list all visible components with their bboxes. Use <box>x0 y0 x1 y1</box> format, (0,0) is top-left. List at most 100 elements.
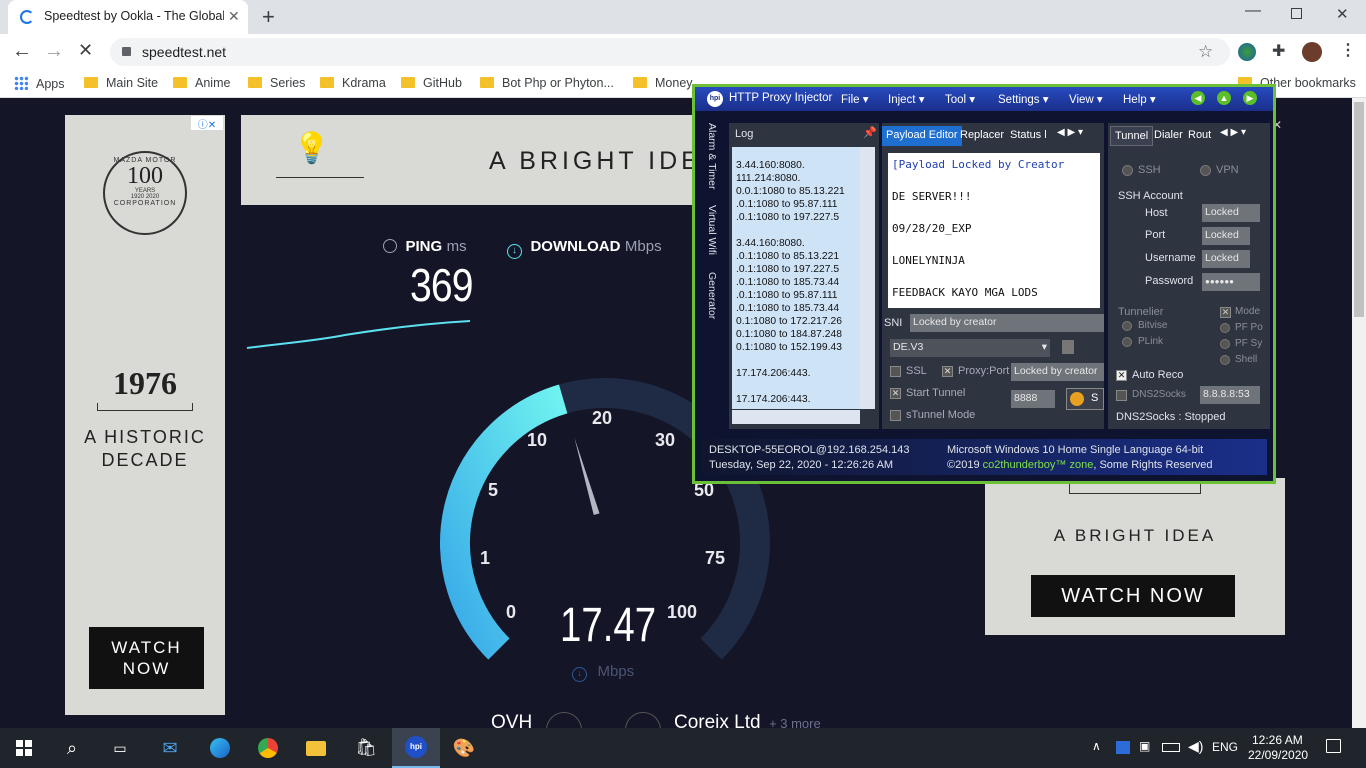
bookmark-star-icon[interactable]: ☆ <box>1198 42 1213 62</box>
bitvise-radio[interactable] <box>1122 321 1132 331</box>
side-tab-alarm[interactable]: Alarm & Timer <box>706 123 718 190</box>
tab-scroll-arrows-icon[interactable]: ◀ ▶ ▾ <box>1057 127 1083 138</box>
auto-reco-checkbox[interactable]: ✕ <box>1116 370 1127 381</box>
extensions-puzzle-icon[interactable]: ✚ <box>1272 41 1285 61</box>
tab-status[interactable]: Status l <box>1010 129 1047 141</box>
hpi-taskbar-icon[interactable]: hpi <box>392 728 440 768</box>
left-ad[interactable]: ⓘ✕ MAZDA MOTOR 100 YEARS 1920 2020 CORPO… <box>65 115 225 715</box>
page-scrollbar[interactable] <box>1352 98 1366 728</box>
tray-app-icon[interactable] <box>1116 741 1130 754</box>
clock-time[interactable]: 12:26 AM <box>1252 733 1303 747</box>
log-hscroll[interactable] <box>732 410 860 424</box>
password-input[interactable]: ●●●●●● <box>1202 273 1260 291</box>
file-explorer-icon[interactable] <box>292 728 340 768</box>
hpi-minimize-icon[interactable]: ▲ <box>1217 91 1231 105</box>
mail-icon[interactable]: ✉ <box>146 728 194 768</box>
tab-dialer[interactable]: Dialer <box>1154 129 1183 141</box>
menu-view[interactable]: View ▾ <box>1069 92 1103 106</box>
provider-name[interactable]: Coreix Ltd + 3 more <box>674 712 821 728</box>
menu-tool[interactable]: Tool ▾ <box>945 92 975 106</box>
menu-inject[interactable]: Inject ▾ <box>888 92 924 106</box>
forward-icon[interactable]: → <box>44 40 64 63</box>
shell-radio[interactable] <box>1220 355 1230 365</box>
language-indicator[interactable]: ENG <box>1212 740 1238 754</box>
side-tab-generator[interactable]: Generator <box>706 272 718 319</box>
stunnel-checkbox[interactable] <box>890 410 901 421</box>
dns2socks-checkbox[interactable] <box>1116 390 1127 401</box>
bookmark-money[interactable]: Money <box>633 76 693 90</box>
dns-input[interactable]: 8.8.8.8:53 <box>1200 386 1260 404</box>
save-icon[interactable] <box>1062 340 1074 354</box>
paint-icon[interactable]: 🎨 <box>440 728 488 768</box>
port-input[interactable]: 8888 <box>1011 390 1055 408</box>
tab-replacer[interactable]: Replacer <box>960 129 1004 141</box>
scrollbar-thumb[interactable] <box>1354 102 1364 317</box>
left-watch-now-button[interactable]: WATCH NOW <box>89 627 204 689</box>
ssh-radio[interactable] <box>1122 165 1133 176</box>
bookmark-bot[interactable]: Bot Php or Phyton... <box>480 76 614 90</box>
bookmark-kdrama[interactable]: Kdrama <box>320 76 386 90</box>
hpi-window[interactable]: hpi HTTP Proxy Injector File ▾ Inject ▾ … <box>692 84 1276 484</box>
tab-tunnel[interactable]: Tunnel <box>1110 126 1154 146</box>
server-select[interactable]: DE.V3 ▾ <box>890 339 1050 357</box>
minimize-icon[interactable]: — <box>1245 2 1261 20</box>
task-view-icon[interactable]: ▭ <box>96 728 144 768</box>
bookmark-main-site[interactable]: Main Site <box>84 76 158 90</box>
battery-icon[interactable] <box>1162 743 1180 752</box>
menu-help[interactable]: Help ▾ <box>1123 92 1156 106</box>
store-icon[interactable]: 🛍 <box>342 728 390 768</box>
browser-tab[interactable]: Speedtest by Ookla - The Global Broadban… <box>8 0 248 34</box>
hpi-forward-icon[interactable]: ▶ <box>1243 91 1257 105</box>
top-banner-ad[interactable]: 💡 A BRIGHT IDEA <box>241 115 719 205</box>
bookmark-github[interactable]: GitHub <box>401 76 462 90</box>
log-list[interactable]: 3.44.160:8080. 111.214:8080. 0.0.1:1080 to… <box>732 147 860 409</box>
menu-settings[interactable]: Settings ▾ <box>998 92 1049 106</box>
back-icon[interactable]: ← <box>12 40 32 63</box>
tray-chevron-icon[interactable]: ∧ <box>1092 739 1101 753</box>
bookmark-apps[interactable]: Apps <box>14 76 65 91</box>
menu-kebab-icon[interactable]: ⋮ <box>1340 40 1356 60</box>
volume-icon[interactable]: ◀) <box>1188 738 1203 755</box>
tab-router[interactable]: Rout <box>1188 129 1211 141</box>
proxy-input[interactable]: Locked by creator <box>1011 363 1104 381</box>
payload-editor[interactable]: [Payload Locked by Creator DE SERVER!!! … <box>888 153 1100 308</box>
log-vscroll[interactable] <box>860 147 875 409</box>
address-bar[interactable]: speedtest.net ☆ <box>110 38 1230 66</box>
server-name[interactable]: OVH <box>491 712 532 728</box>
pin-icon[interactable]: 📌 <box>863 126 877 139</box>
provider-more[interactable]: + 3 more <box>769 716 821 728</box>
mode-checkbox[interactable]: ✕ <box>1220 307 1231 318</box>
hpi-back-icon[interactable]: ◀ <box>1191 91 1205 105</box>
start-windows-icon[interactable] <box>0 728 48 768</box>
right-watch-now-button[interactable]: WATCH NOW <box>1031 575 1235 617</box>
right-ad[interactable]: A BRIGHT IDEA WATCH NOW <box>985 478 1285 635</box>
close-tab-icon[interactable]: ✕ <box>228 8 240 25</box>
tunnel-tab-arrows-icon[interactable]: ◀ ▶ ▾ <box>1220 127 1246 138</box>
search-icon[interactable]: ⌕ <box>48 728 96 768</box>
pf1-radio[interactable] <box>1220 323 1230 333</box>
stop-button[interactable]: S <box>1066 388 1104 410</box>
username-input[interactable]: Locked <box>1202 250 1250 268</box>
start-tunnel-checkbox[interactable]: ✕ <box>890 388 901 399</box>
pf2-radio[interactable] <box>1220 339 1230 349</box>
clock-date[interactable]: 22/09/2020 <box>1248 748 1308 762</box>
vpn-radio[interactable] <box>1200 165 1211 176</box>
bookmark-series[interactable]: Series <box>248 76 305 90</box>
stop-icon[interactable]: ✕ <box>78 40 93 61</box>
edge-icon[interactable] <box>196 728 244 768</box>
proxy-checkbox[interactable]: ✕ <box>942 366 953 377</box>
chrome-icon[interactable] <box>244 728 292 768</box>
copyright-link[interactable]: co2thunderboy™ zone <box>983 459 1094 471</box>
side-tab-wifi[interactable]: Virtual Wifi <box>706 205 718 255</box>
new-tab-icon[interactable]: + <box>262 4 275 30</box>
menu-file[interactable]: File ▾ <box>841 92 869 106</box>
profile-avatar[interactable] <box>1302 42 1322 62</box>
notification-icon[interactable] <box>1326 739 1341 753</box>
ssl-checkbox[interactable] <box>890 366 901 377</box>
extension-globe-icon[interactable] <box>1238 43 1256 61</box>
tray-chat-icon[interactable]: ▣ <box>1139 739 1150 753</box>
sni-input[interactable]: Locked by creator <box>910 314 1104 332</box>
plink-radio[interactable] <box>1122 337 1132 347</box>
tab-payload-editor[interactable]: Payload Editor <box>882 126 962 146</box>
bookmark-anime[interactable]: Anime <box>173 76 230 90</box>
